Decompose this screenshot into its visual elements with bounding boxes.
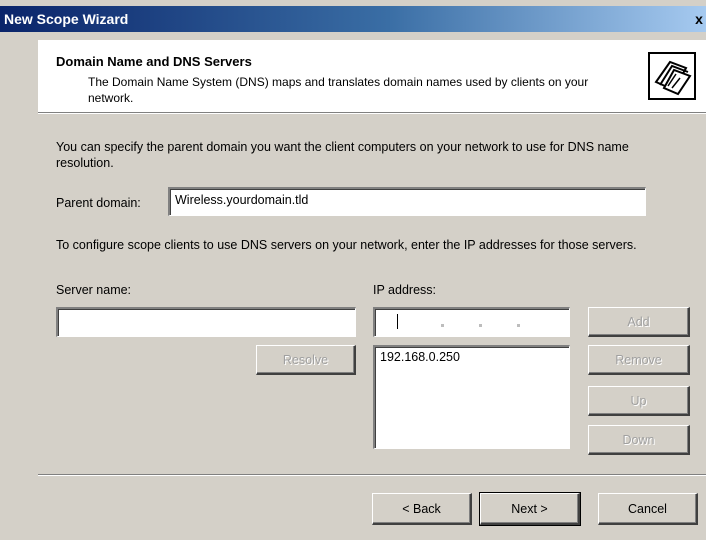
close-button[interactable]: x — [692, 10, 706, 28]
ip-address-list[interactable]: 192.168.0.250 — [373, 345, 570, 449]
ip-address-label: IP address: — [373, 283, 437, 297]
ip-list-item[interactable]: 192.168.0.250 — [380, 350, 564, 364]
ip-dot-separator — [479, 324, 482, 327]
ip-dot-separator — [441, 324, 444, 327]
wizard-header: Domain Name and DNS Servers The Domain N… — [38, 40, 706, 113]
window-title: New Scope Wizard — [4, 11, 129, 27]
add-button[interactable]: Add — [588, 307, 690, 337]
server-name-input[interactable] — [56, 307, 356, 337]
remove-button[interactable]: Remove — [588, 345, 690, 375]
header-divider — [38, 113, 706, 114]
server-name-label: Server name: — [56, 283, 132, 297]
up-button[interactable]: Up — [588, 386, 690, 416]
title-bar[interactable]: New Scope Wizard x — [0, 6, 706, 32]
page-title: Domain Name and DNS Servers — [56, 54, 252, 69]
new-scope-wizard-window: New Scope Wizard x Domain Name and DNS S… — [0, 0, 706, 540]
ip-dot-separator — [517, 324, 520, 327]
resolve-button[interactable]: Resolve — [256, 345, 356, 375]
ip-address-input[interactable] — [373, 307, 570, 337]
footer-separator — [38, 474, 706, 476]
servers-instruction-text: To configure scope clients to use DNS se… — [56, 238, 637, 252]
back-button[interactable]: < Back — [372, 493, 472, 525]
folder-stack-icon — [648, 52, 696, 100]
page-subtitle: The Domain Name System (DNS) maps and tr… — [88, 75, 589, 105]
next-button[interactable]: Next > — [479, 492, 581, 526]
down-button[interactable]: Down — [588, 425, 690, 455]
parent-domain-label: Parent domain: — [56, 196, 141, 210]
parent-domain-field[interactable]: Wireless.yourdomain.tld — [168, 187, 646, 216]
intro-text: You can specify the parent domain you wa… — [56, 140, 629, 170]
text-caret — [397, 314, 398, 329]
cancel-button[interactable]: Cancel — [598, 493, 698, 525]
